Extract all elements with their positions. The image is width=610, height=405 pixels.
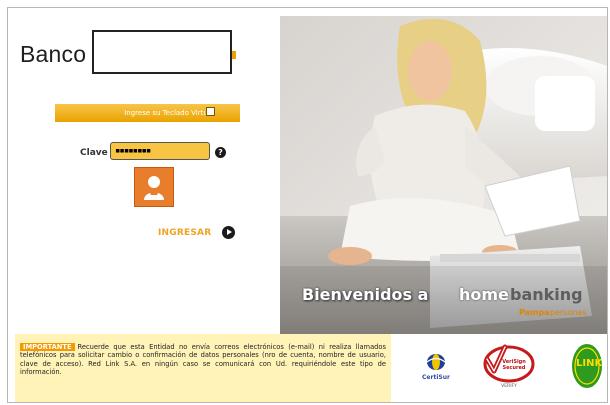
- certisur-logo[interactable]: CertiSur: [420, 351, 452, 387]
- verisign-seal[interactable]: VeriSign Secured VERIFY: [479, 341, 535, 393]
- help-icon[interactable]: ?: [215, 147, 226, 158]
- password-label: Clave: [80, 148, 108, 158]
- virtual-keyboard-button[interactable]: [134, 167, 174, 207]
- virtual-keyboard-toggle[interactable]: Ingrese su Teclado Virtual: [55, 104, 240, 122]
- notice-badge: IMPORTANTE: [20, 343, 75, 352]
- brand-accent: [232, 51, 236, 59]
- hero-welcome-text: Bienvenidos a: [302, 285, 429, 304]
- verisign-verify-label: VERIFY: [501, 384, 517, 389]
- user-icon: [144, 176, 164, 200]
- virtual-keyboard-label: Ingrese su Teclado Virtual: [124, 109, 214, 117]
- brand-name: Banco: [20, 41, 87, 67]
- login-page: Banco Ingrese su Teclado Virtual Clave ?…: [7, 7, 608, 403]
- hero-brand-personas: personas: [550, 308, 587, 317]
- hero-brand-pampa: Pampa: [519, 308, 550, 317]
- virtual-keyboard-checkbox[interactable]: [206, 107, 215, 116]
- certisur-label: CertiSur: [422, 374, 450, 381]
- password-field[interactable]: [110, 142, 210, 160]
- arrow-right-icon[interactable]: [222, 226, 235, 239]
- link-label: LINK: [576, 358, 603, 369]
- link-logo[interactable]: LINK: [571, 343, 603, 389]
- security-seals: CertiSur VeriSign Secured VERIFY LINK: [391, 334, 607, 402]
- hero-banking-text: banking: [510, 285, 583, 304]
- verisign-label: VeriSign Secured: [502, 359, 526, 371]
- submit-button[interactable]: INGRESAR: [158, 228, 211, 238]
- certisur-icon: [426, 354, 446, 370]
- brand-logo-box: [92, 30, 232, 74]
- notice-text: Recuerde que esta Entidad no envía corre…: [20, 343, 386, 377]
- hero-home-text: home: [459, 285, 509, 304]
- hero-banner: Bienvenidos a home banking Pampa persona…: [280, 16, 607, 334]
- notice-paragraph: IMPORTANTE Recuerde que esta Entidad no e…: [20, 343, 386, 377]
- security-notice: IMPORTANTE Recuerde que esta Entidad no e…: [15, 334, 391, 402]
